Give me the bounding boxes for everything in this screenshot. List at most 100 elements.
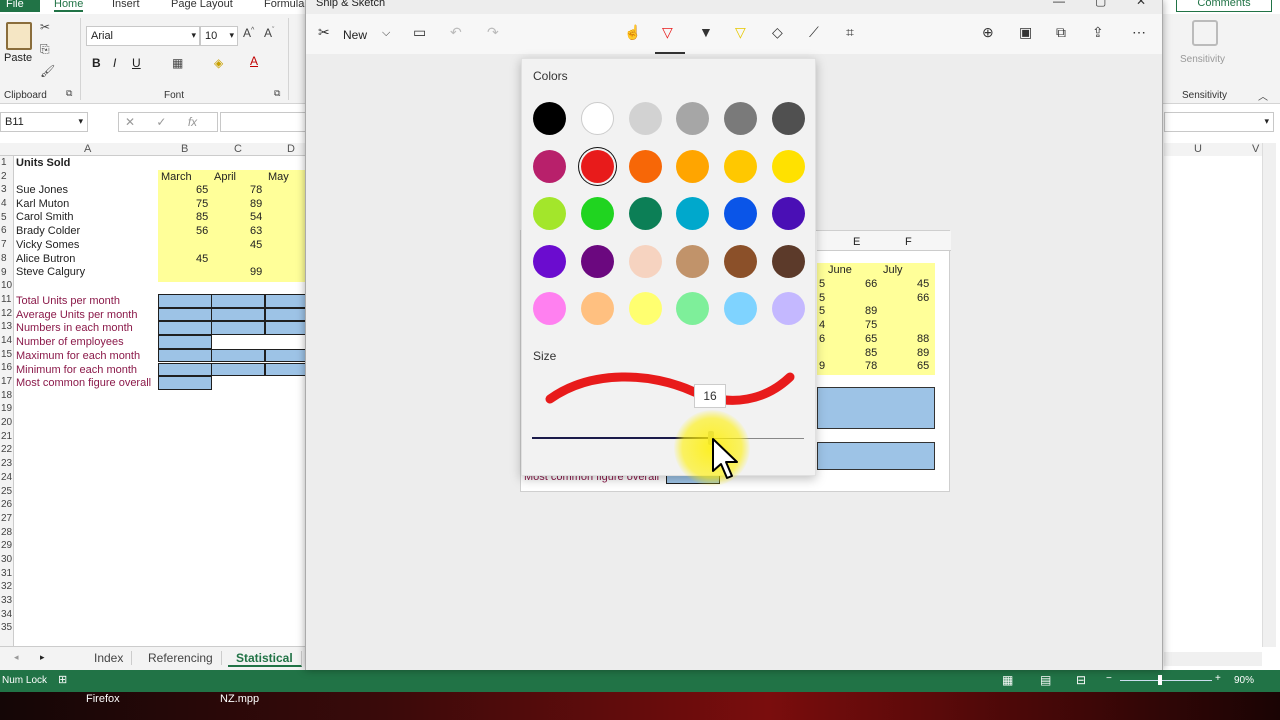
row-header[interactable]: 8	[0, 252, 13, 266]
row-header[interactable]: 2	[0, 170, 13, 184]
maximize-icon[interactable]: ▢	[1095, 0, 1106, 8]
color-swatch[interactable]	[628, 244, 662, 278]
april-value[interactable]: 54	[250, 211, 262, 223]
page-break-view-icon[interactable]: ⊟	[1076, 673, 1086, 687]
color-swatch[interactable]	[676, 102, 710, 135]
row-header[interactable]: 11	[0, 293, 13, 307]
row-header[interactable]: 26	[0, 498, 13, 512]
statistic-cell[interactable]	[158, 348, 212, 363]
statistic-cell[interactable]	[158, 307, 212, 322]
color-swatch[interactable]	[772, 292, 805, 326]
zoom-out-icon[interactable]: −	[1106, 673, 1112, 684]
row-header[interactable]: 32	[0, 580, 13, 594]
copy-icon[interactable]: ⎘	[40, 42, 50, 57]
statistic-cell[interactable]	[211, 294, 265, 308]
month-header[interactable]: May	[268, 171, 289, 183]
march-value[interactable]: 65	[196, 184, 208, 196]
redo-icon[interactable]: ↷	[487, 24, 499, 41]
employee-name[interactable]: Alice Butron	[16, 253, 75, 265]
enter-icon[interactable]: ✓	[156, 115, 166, 129]
statistic-label[interactable]: Minimum for each month	[16, 364, 137, 376]
row-header[interactable]: 19	[0, 402, 13, 416]
row-header[interactable]: 33	[0, 594, 13, 608]
taskbar-item-nz-mpp[interactable]: NZ.mpp	[220, 693, 259, 705]
color-swatch[interactable]	[772, 102, 805, 135]
highlighter-icon[interactable]: ▽	[735, 24, 746, 41]
statistic-label[interactable]: Numbers in each month	[16, 322, 133, 334]
color-swatch[interactable]	[580, 149, 614, 183]
row-header[interactable]: 1	[0, 156, 13, 170]
row-header[interactable]: 30	[0, 553, 13, 567]
statistic-cell[interactable]	[211, 321, 265, 336]
prev-sheet-icon[interactable]: ◂	[14, 652, 19, 663]
row-header[interactable]: 27	[0, 512, 13, 526]
color-swatch[interactable]	[676, 197, 710, 231]
page-layout-view-icon[interactable]: ▤	[1040, 673, 1051, 687]
new-snip-icon[interactable]: ✂	[318, 24, 330, 41]
color-swatch[interactable]	[724, 244, 758, 278]
ballpoint-pen-icon[interactable]: ▽	[662, 24, 673, 41]
sheet-tab-index[interactable]: Index	[86, 651, 133, 665]
color-swatch[interactable]	[772, 149, 805, 183]
tab-home[interactable]: Home	[54, 0, 84, 12]
open-folder-icon[interactable]: ▭	[413, 24, 426, 41]
comments-button[interactable]: Comments	[1176, 0, 1272, 12]
crop-icon[interactable]: ⌗	[846, 24, 854, 41]
color-swatch[interactable]	[533, 292, 566, 326]
row-header[interactable]: 20	[0, 416, 13, 430]
increase-font-icon[interactable]: A^	[243, 26, 254, 40]
font-color-icon[interactable]: A	[250, 54, 258, 68]
cut-icon[interactable]: ✂	[40, 20, 50, 34]
row-header[interactable]: 14	[0, 334, 13, 348]
color-swatch[interactable]	[724, 197, 758, 231]
column-header[interactable]: D	[287, 143, 295, 155]
formula-input[interactable]	[220, 112, 310, 132]
fill-color-icon[interactable]: ◈	[214, 56, 223, 70]
touch-writing-icon[interactable]: ☝	[624, 24, 641, 41]
column-header[interactable]: V	[1252, 143, 1259, 155]
statistic-cell[interactable]	[265, 362, 306, 377]
employee-name[interactable]: Brady Colder	[16, 225, 80, 237]
color-swatch[interactable]	[676, 244, 710, 278]
color-swatch[interactable]	[724, 292, 758, 326]
share-icon[interactable]: ⇪	[1092, 24, 1104, 41]
month-header[interactable]: April	[214, 171, 236, 183]
april-value[interactable]: 45	[250, 239, 262, 251]
bold-button[interactable]: B	[92, 56, 101, 70]
employee-name[interactable]: Carol Smith	[16, 211, 73, 223]
march-value[interactable]: 75	[196, 198, 208, 210]
font-size-dropdown[interactable]: 10 ▾	[200, 26, 238, 46]
zoom-level[interactable]: 90%	[1234, 675, 1254, 686]
april-value[interactable]: 89	[250, 198, 262, 210]
ruler-icon[interactable]: ⟋	[809, 24, 819, 41]
row-header[interactable]: 31	[0, 567, 13, 581]
row-header[interactable]: 7	[0, 238, 13, 252]
march-value[interactable]: 45	[196, 253, 208, 265]
statistic-label[interactable]: Number of employees	[16, 336, 124, 348]
italic-button[interactable]: I	[113, 56, 116, 70]
vertical-scrollbar[interactable]	[1262, 143, 1276, 647]
close-icon[interactable]: ✕	[1136, 0, 1146, 8]
row-header[interactable]: 35	[0, 621, 13, 635]
row-header[interactable]: 34	[0, 608, 13, 622]
font-name-dropdown[interactable]: Arial ▾	[86, 26, 200, 46]
sensitivity-button-label[interactable]: Sensitivity	[1180, 54, 1225, 65]
color-swatch[interactable]	[628, 149, 662, 183]
statistic-cell[interactable]	[158, 376, 212, 390]
row-header[interactable]: 3	[0, 183, 13, 197]
row-header[interactable]: 28	[0, 526, 13, 540]
row-header[interactable]: 12	[0, 307, 13, 321]
tab-page-layout[interactable]: Page Layout	[171, 0, 233, 10]
sheet-tab-referencing[interactable]: Referencing	[140, 651, 222, 665]
row-header[interactable]: 22	[0, 443, 13, 457]
april-value[interactable]: 63	[250, 225, 262, 237]
color-swatch[interactable]	[628, 102, 662, 135]
statistic-cell[interactable]	[265, 294, 306, 308]
format-painter-icon[interactable]: 🖌	[40, 64, 55, 78]
color-swatch[interactable]	[772, 197, 805, 231]
pencil-icon[interactable]: ▼	[699, 24, 713, 40]
color-swatch[interactable]	[580, 292, 614, 326]
statistic-cell[interactable]	[265, 307, 306, 322]
tab-formulas[interactable]: Formula	[264, 0, 304, 10]
name-box[interactable]: B11 ▾	[0, 112, 88, 132]
